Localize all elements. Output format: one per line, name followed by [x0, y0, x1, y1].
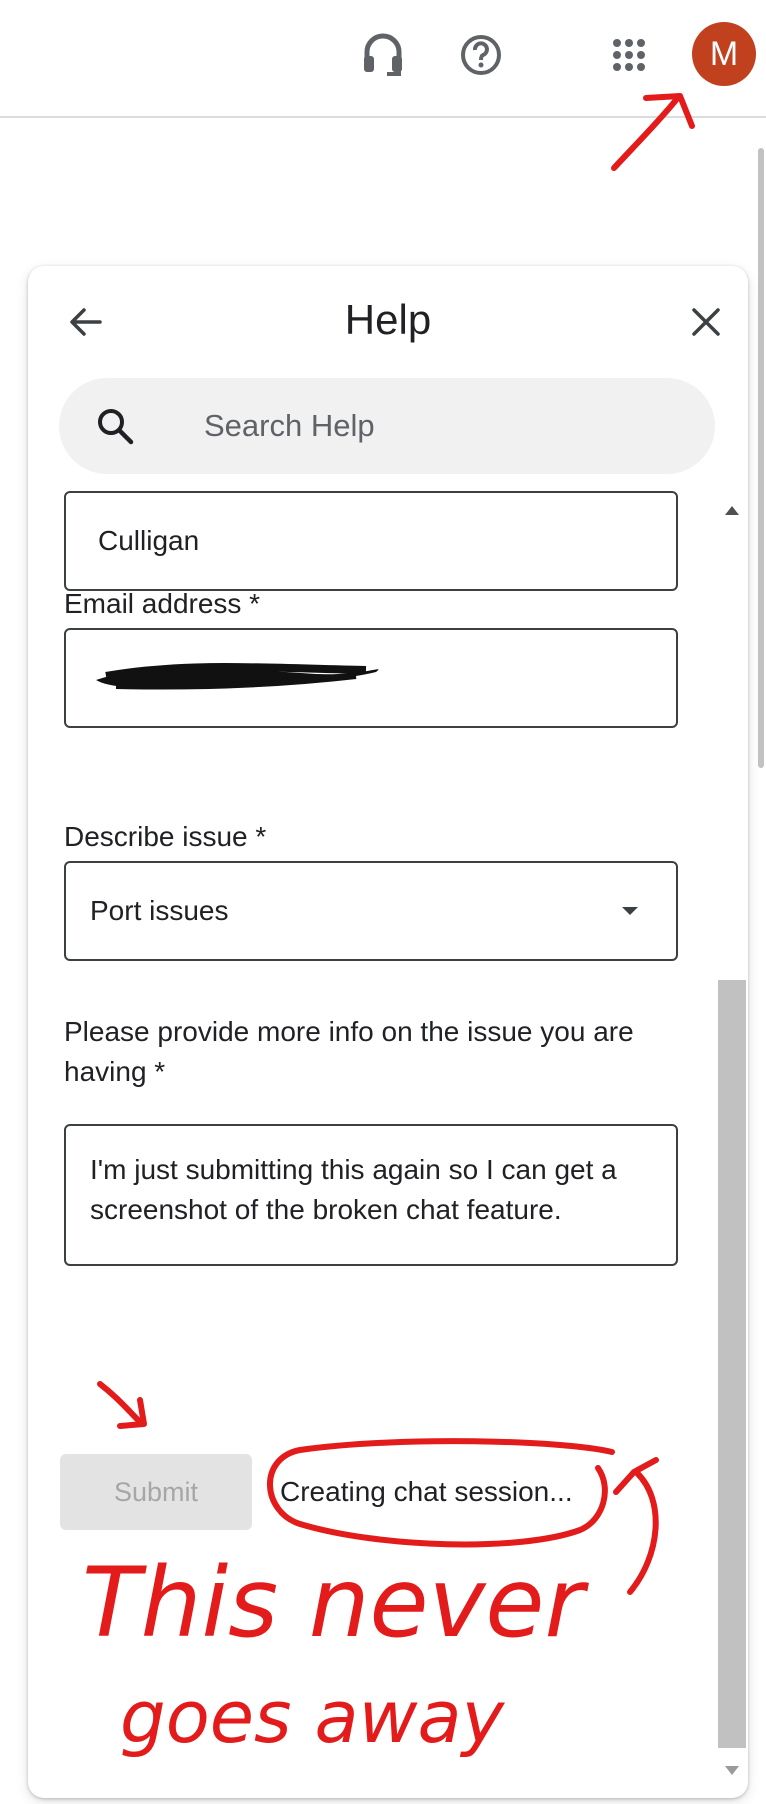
info-label: Please provide more info on the issue yo…: [64, 1016, 634, 1087]
help-panel-header: Help: [28, 266, 748, 374]
dropdown-caret-icon: [622, 907, 638, 915]
email-label: Email address *: [64, 588, 261, 619]
headset-icon-graphic: [364, 33, 402, 76]
email-field[interactable]: [64, 628, 678, 728]
search-input[interactable]: [202, 402, 682, 450]
company-field[interactable]: Culligan: [64, 491, 678, 591]
apps-grid-icon-graphic: [613, 39, 645, 71]
company-field-value: Culligan: [98, 525, 200, 556]
page-scrollbar[interactable]: [758, 120, 766, 1804]
panel-title: Help: [344, 296, 432, 343]
search-box[interactable]: [59, 378, 715, 474]
apps-grid-icon[interactable]: [594, 20, 664, 90]
chat-status-text: Creating chat session...: [280, 1476, 573, 1507]
close-icon: [692, 308, 720, 336]
avatar-initial: M: [709, 34, 739, 73]
issue-select[interactable]: Port issues: [64, 861, 678, 961]
submit-button[interactable]: Submit: [60, 1454, 252, 1530]
issue-select-value: Port issues: [90, 895, 229, 926]
issue-label: Describe issue *: [64, 821, 267, 852]
help-circle-icon[interactable]: [446, 20, 516, 90]
account-avatar[interactable]: M: [692, 22, 756, 86]
page-scrollbar-thumb[interactable]: [758, 148, 764, 768]
scroll-down-arrow-icon[interactable]: [725, 1766, 739, 1775]
help-circle-icon-graphic: [461, 35, 501, 75]
close-button[interactable]: [678, 294, 734, 350]
panel-scrollbar[interactable]: [718, 488, 746, 1792]
headset-icon[interactable]: [348, 20, 418, 90]
search-icon: [98, 409, 134, 445]
scroll-up-arrow-icon[interactable]: [725, 506, 739, 515]
top-app-bar: M: [0, 0, 766, 118]
info-textarea[interactable]: I'm just submitting this again so I can …: [64, 1124, 678, 1266]
panel-scrollbar-thumb[interactable]: [718, 980, 746, 1748]
help-panel: Help Culligan Email address * Describe i…: [28, 266, 748, 1798]
redaction-scribble: [96, 663, 379, 690]
